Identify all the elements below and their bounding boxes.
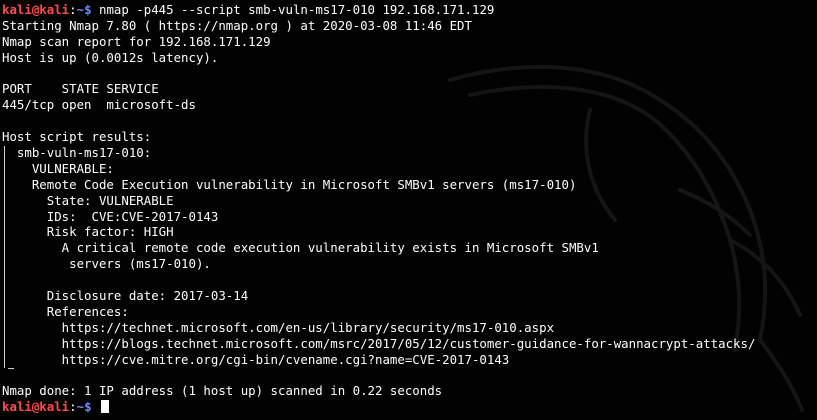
prompt-separator: :	[69, 399, 77, 415]
output-line: https://blogs.technet.microsoft.com/msrc…	[2, 335, 756, 351]
terminal-window[interactable]: kali@kali:~$ nmap -p445 --script smb-vul…	[0, 0, 817, 420]
output-line: Host script results:	[2, 129, 152, 145]
command-text: nmap -p445 --script smb-vuln-ms17-010 19…	[91, 2, 495, 17]
output-line: Remote Code Execution vulnerability in M…	[2, 176, 577, 192]
command-input[interactable]	[92, 399, 99, 414]
output-line: smb-vuln-ms17-010:	[2, 145, 152, 161]
output-line: https://cve.mitre.org/cgi-bin/cvename.cg…	[2, 351, 510, 367]
output-line: IDs: CVE:CVE-2017-0143	[2, 208, 219, 224]
prompt-user: kali@kali	[2, 399, 70, 415]
output-line: Nmap done: 1 IP address (1 host up) scan…	[2, 383, 443, 399]
output-line: PORT STATE SERVICE	[2, 81, 159, 97]
output-line: Nmap scan report for 192.168.171.129	[2, 33, 271, 49]
output-line: VULNERABLE:	[2, 160, 114, 176]
output-line: Starting Nmap 7.80 ( https://nmap.org ) …	[2, 17, 472, 33]
command-line[interactable]: kali@kali:~$	[2, 399, 817, 415]
output-line: servers (ms17-010).	[2, 256, 211, 272]
prompt-separator: :	[69, 2, 77, 17]
command-line: kali@kali:~$ nmap -p445 --script smb-vul…	[2, 2, 817, 18]
output-line: References:	[2, 303, 129, 319]
prompt-path: ~$	[76, 2, 92, 17]
output-line: A critical remote code execution vulnera…	[2, 240, 599, 256]
terminal-output: kali@kali:~$ nmap -p445 --script smb-vul…	[2, 2, 817, 415]
text-cursor	[101, 400, 109, 414]
output-line: Risk factor: HIGH	[2, 224, 174, 240]
output-line: Host is up (0.0012s latency).	[2, 49, 219, 65]
prompt-user: kali@kali	[2, 2, 70, 17]
output-line: Disclosure date: 2017-03-14	[2, 288, 249, 304]
output-line: 445/tcp open microsoft-ds	[2, 97, 196, 113]
prompt-path: ~$	[76, 399, 92, 415]
output-line: https://technet.microsoft.com/en-us/libr…	[2, 319, 555, 335]
output-line: State: VULNERABLE	[2, 192, 174, 208]
